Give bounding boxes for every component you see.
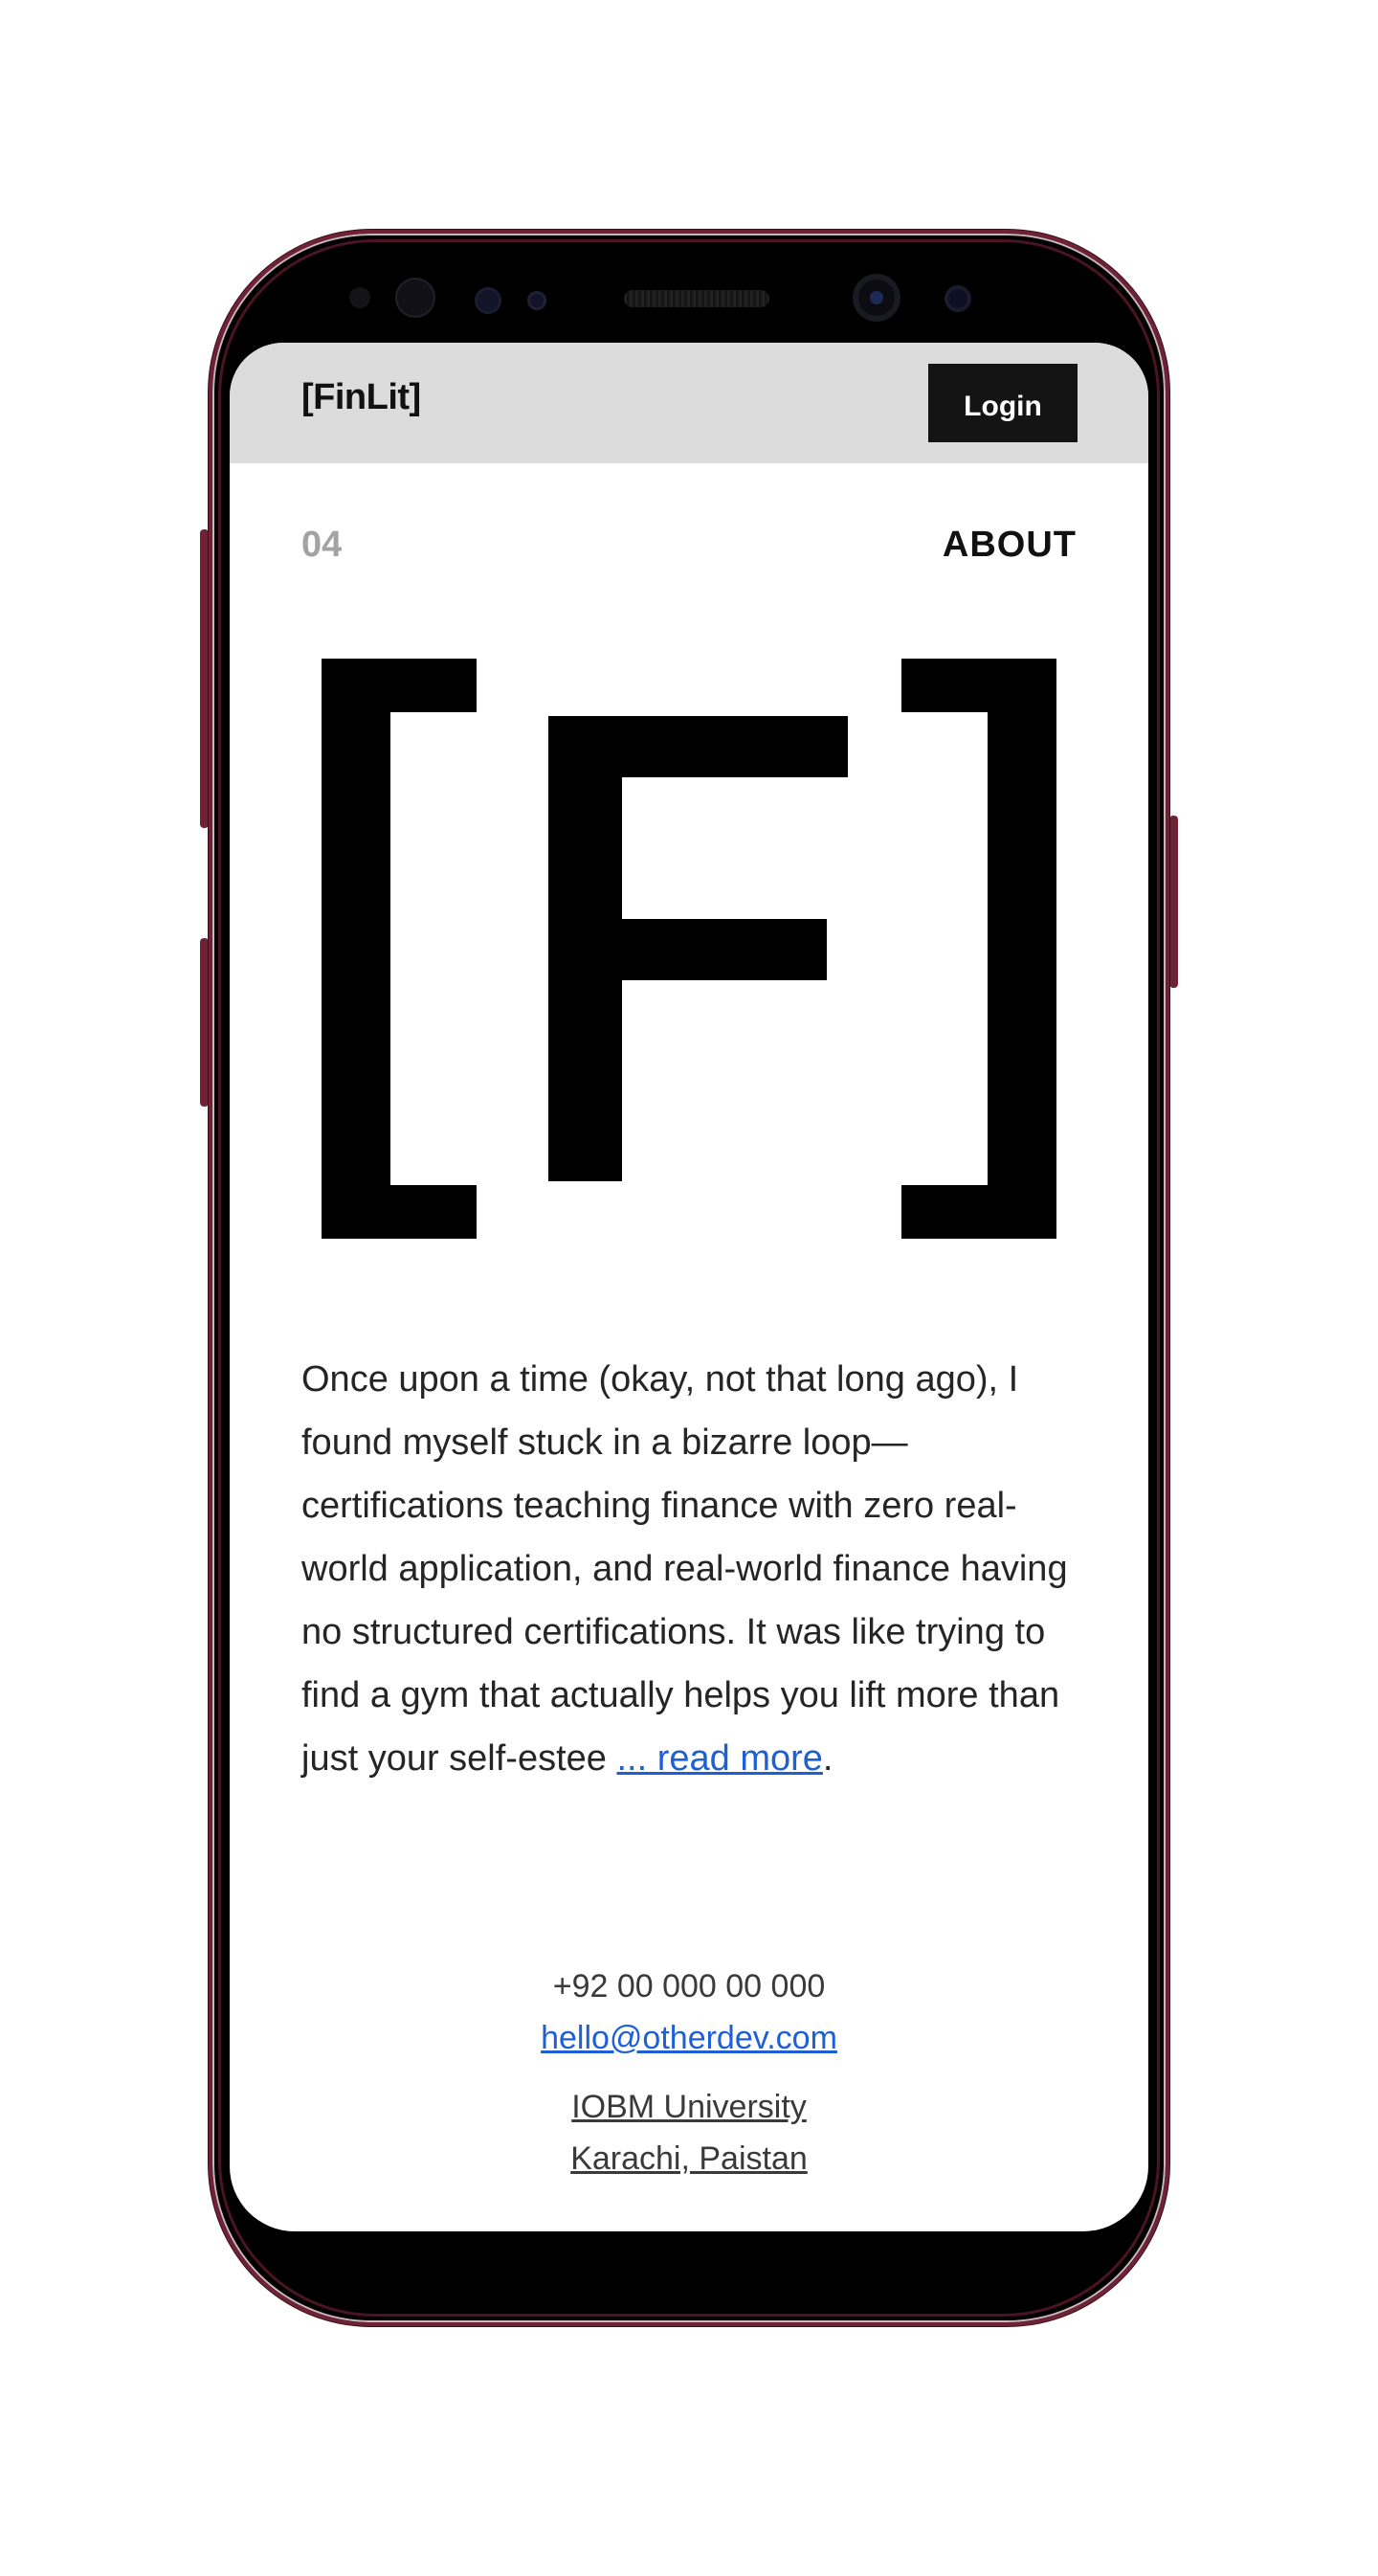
finlit-bracket-f-logo [322,659,1056,1239]
section-title: ABOUT [942,525,1077,565]
right-bracket-icon [901,659,1056,1239]
login-button[interactable]: Login [928,364,1078,442]
contact-address-line1[interactable]: IOBM University [230,2081,1148,2133]
phone-volume-down-button [200,938,209,1107]
section-index: 04 [301,525,343,565]
phone-screen: [FinLit] Login 04 ABOUT Once upon a time… [230,343,1148,2231]
phone-power-button [1169,816,1178,988]
contact-email-link[interactable]: hello@otherdev.com [230,2012,1148,2064]
about-body: Once upon a time (okay, not that long ag… [301,1359,1068,1779]
brand-logo[interactable]: [FinLit] [301,377,421,418]
left-bracket-icon [322,659,477,1239]
phone-volume-up-button [200,529,209,828]
page: [FinLit] Login 04 ABOUT Once upon a time… [0,0,1378,2576]
read-more-link[interactable]: ... read more [616,1738,822,1779]
letter-f-icon [548,716,848,1181]
app-header: [FinLit] Login [230,343,1148,463]
front-camera-icon [853,274,900,322]
contact-spacer [230,2064,1148,2081]
light-sensor-icon [475,287,501,314]
about-trailing-period: . [822,1738,833,1779]
contact-address-line2[interactable]: Karachi, Paistan [230,2133,1148,2184]
earpiece-speaker [624,290,769,307]
iris-camera-icon [945,285,971,312]
contact-block: +92 00 000 00 000 hello@otherdev.com IOB… [230,1960,1148,2184]
contact-phone[interactable]: +92 00 000 00 000 [230,1960,1148,2012]
about-paragraph: Once upon a time (okay, not that long ag… [301,1348,1086,1790]
iris-sensor-icon [395,278,435,318]
led-indicator-icon [527,291,546,310]
proximity-sensor-icon [349,287,370,308]
